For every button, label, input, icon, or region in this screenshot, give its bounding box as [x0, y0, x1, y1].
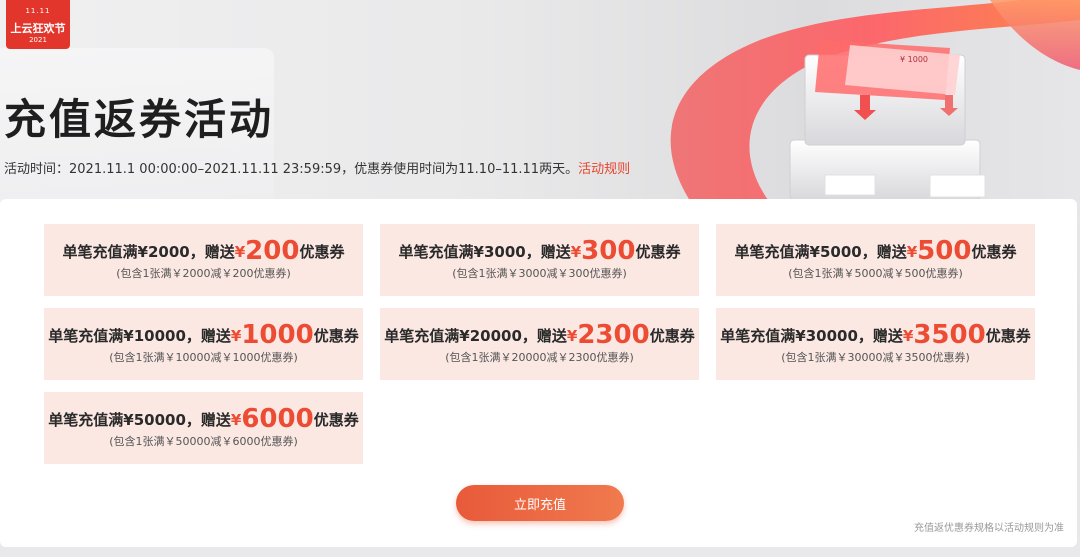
tier-prefix: 单笔充值满¥10000，赠送 [48, 327, 231, 345]
tier-title: 单笔充值满¥50000，赠送¥6000优惠券 [44, 404, 363, 435]
tier-detail: (包含1张满￥10000减￥1000优惠券) [109, 351, 298, 364]
hero-banner: ¥ 1000 11.11 上云狂欢节 2021 充值返券活动 活动时间：2021… [0, 0, 1080, 215]
tier-prefix: 单笔充值满¥20000，赠送 [384, 327, 567, 345]
tier-20000: 单笔充值满¥20000，赠送¥2300优惠券 (包含1张满￥20000减￥230… [380, 308, 699, 380]
tier-suffix: 优惠券 [313, 327, 359, 345]
tier-10000: 单笔充值满¥10000，赠送¥1000优惠券 (包含1张满￥10000减￥100… [44, 308, 363, 380]
tier-detail: (包含1张满￥5000减￥500优惠券) [788, 267, 963, 280]
tier-yen: ¥ [906, 243, 918, 261]
tier-amount: 200 [245, 236, 300, 266]
page-title: 充值返券活动 [4, 95, 275, 144]
tier-detail: (包含1张满￥20000减￥2300优惠券) [445, 351, 634, 364]
tier-amount: 300 [581, 236, 636, 266]
tier-suffix: 优惠券 [649, 327, 695, 345]
hero-bill-label: ¥ 1000 [900, 55, 928, 64]
tier-title: 单笔充值满¥30000，赠送¥3500优惠券 [716, 320, 1035, 351]
recharge-button[interactable]: 立即充值 [456, 485, 624, 521]
tier-detail: (包含1张满￥2000减￥200优惠券) [116, 267, 291, 280]
activity-rules-link[interactable]: 活动规则 [578, 162, 630, 177]
tier-2000: 单笔充值满¥2000，赠送¥200优惠券 (包含1张满￥2000减￥200优惠券… [44, 224, 363, 296]
footnote: 充值返优惠券规格以活动规则为准 [914, 523, 1064, 534]
tier-detail: (包含1张满￥3000减￥300优惠券) [452, 267, 627, 280]
tier-amount: 6000 [241, 404, 314, 434]
badge-top-text: 11.11 [25, 7, 51, 15]
tier-yen: ¥ [234, 243, 246, 261]
tier-prefix: 单笔充值满¥3000，赠送 [398, 243, 571, 261]
tier-title: 单笔充值满¥2000，赠送¥200优惠券 [44, 236, 363, 267]
tier-amount: 3500 [913, 320, 986, 350]
tier-30000: 单笔充值满¥30000，赠送¥3500优惠券 (包含1张满￥30000减￥350… [716, 308, 1035, 380]
tier-amount: 1000 [241, 320, 314, 350]
tier-prefix: 单笔充值满¥5000，赠送 [734, 243, 907, 261]
tier-amount: 500 [917, 236, 972, 266]
tier-suffix: 优惠券 [299, 243, 345, 261]
tier-suffix: 优惠券 [971, 243, 1017, 261]
tier-prefix: 单笔充值满¥30000，赠送 [720, 327, 903, 345]
tier-title: 单笔充值满¥3000，赠送¥300优惠券 [380, 236, 699, 267]
tier-3000: 单笔充值满¥3000，赠送¥300优惠券 (包含1张满￥3000减￥300优惠券… [380, 224, 699, 296]
tier-prefix: 单笔充值满¥50000，赠送 [48, 411, 231, 429]
tier-suffix: 优惠券 [313, 411, 359, 429]
tier-title: 单笔充值满¥10000，赠送¥1000优惠券 [44, 320, 363, 351]
tier-detail: (包含1张满￥30000减￥3500优惠券) [781, 351, 970, 364]
tier-title: 单笔充值满¥5000，赠送¥500优惠券 [716, 236, 1035, 267]
tier-prefix: 单笔充值满¥2000，赠送 [62, 243, 235, 261]
tier-detail: (包含1张满￥50000减￥6000优惠券) [109, 435, 298, 448]
tier-yen: ¥ [902, 327, 914, 345]
tier-amount: 2300 [577, 320, 650, 350]
badge-title: 上云狂欢节 [10, 22, 66, 35]
tier-suffix: 优惠券 [635, 243, 681, 261]
activity-time-text: 活动时间：2021.11.1 00:00:00–2021.11.11 23:59… [4, 162, 579, 177]
tier-5000: 单笔充值满¥5000，赠送¥500优惠券 (包含1张满￥5000减￥500优惠券… [716, 224, 1035, 296]
tier-suffix: 优惠券 [985, 327, 1031, 345]
tier-yen: ¥ [566, 327, 578, 345]
tier-yen: ¥ [570, 243, 582, 261]
tier-title: 单笔充值满¥20000，赠送¥2300优惠券 [380, 320, 699, 351]
tier-50000: 单笔充值满¥50000，赠送¥6000优惠券 (包含1张满￥50000减￥600… [44, 392, 363, 464]
tier-yen: ¥ [230, 411, 242, 429]
activity-time: 活动时间：2021.11.1 00:00:00–2021.11.11 23:59… [4, 158, 630, 177]
tier-yen: ¥ [230, 327, 242, 345]
badge-year: 2021 [29, 36, 47, 44]
event-badge: 11.11 上云狂欢节 2021 [6, 0, 70, 49]
